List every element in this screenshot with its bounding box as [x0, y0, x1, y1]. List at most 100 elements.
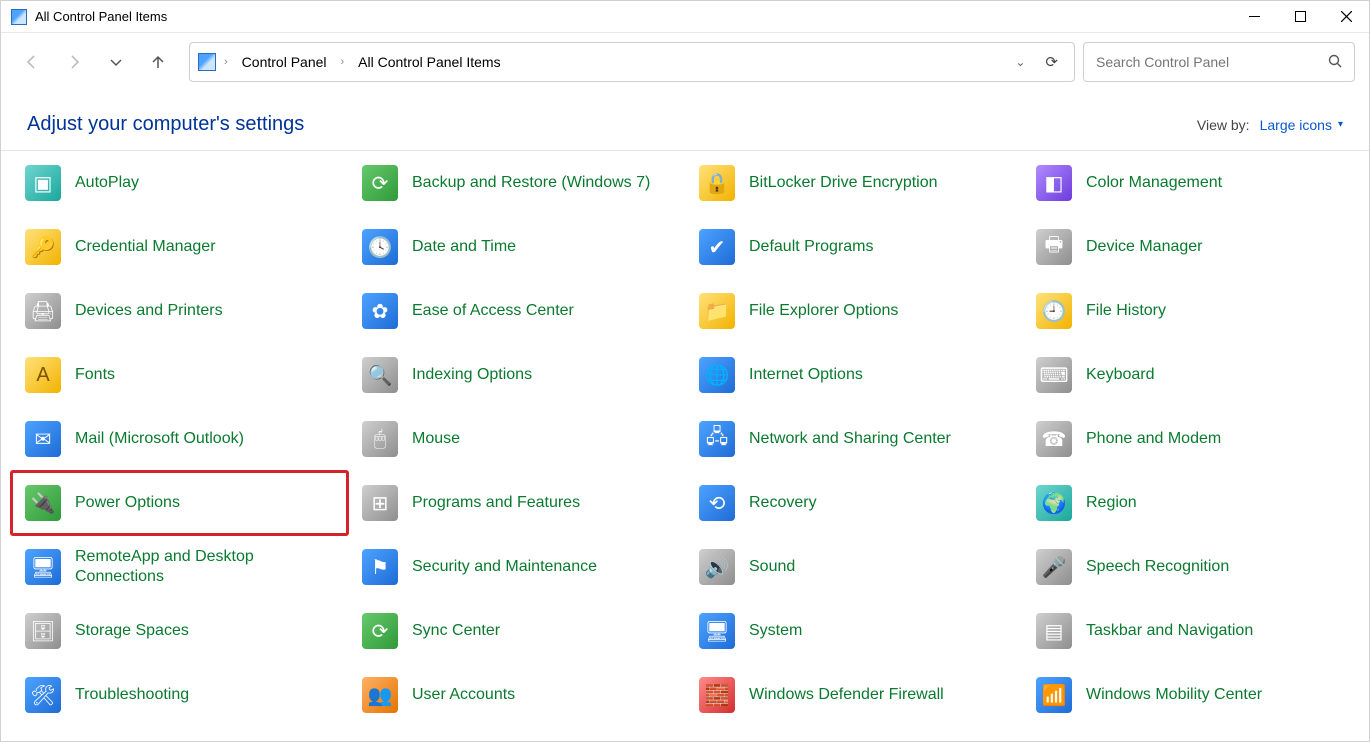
- troubleshooting-icon: 🛠: [25, 677, 61, 713]
- settings-header: Adjust your computer's settings View by:…: [1, 91, 1369, 150]
- cp-item-label: Taskbar and Navigation: [1086, 621, 1253, 641]
- cp-item-label: Storage Spaces: [75, 621, 189, 641]
- cp-item-user-accounts[interactable]: 👥User Accounts: [348, 663, 685, 727]
- page-title: Adjust your computer's settings: [27, 113, 304, 136]
- cp-item-programs-features[interactable]: ⊞Programs and Features: [348, 471, 685, 535]
- cp-item-file-history[interactable]: 🕘 File History: [1022, 279, 1359, 343]
- cp-item-region[interactable]: 🌍Region: [1022, 471, 1359, 535]
- cp-item-recovery[interactable]: ⟲Recovery: [685, 471, 1022, 535]
- file-history-icon: 🕘: [1036, 293, 1072, 329]
- cp-item-label: Mail (Microsoft Outlook): [75, 429, 244, 449]
- cp-item-label: AutoPlay: [75, 173, 139, 193]
- cp-item-mobility-center[interactable]: 📶 Windows Mobility Center: [1022, 663, 1359, 727]
- cp-item-label: Devices and Printers: [75, 301, 223, 321]
- chevron-right-icon[interactable]: ›: [339, 56, 347, 68]
- cp-item-indexing-options[interactable]: 🔍 Indexing Options: [348, 343, 685, 407]
- cp-item-fonts[interactable]: AFonts: [11, 343, 348, 407]
- cp-item-color-management[interactable]: ◧Color Management: [1022, 151, 1359, 215]
- minimize-button[interactable]: [1231, 1, 1277, 33]
- back-button[interactable]: [15, 45, 49, 79]
- cp-item-label: File History: [1086, 301, 1166, 321]
- cp-item-sync-center[interactable]: ⟳Sync Center: [348, 599, 685, 663]
- cp-item-taskbar-navigation[interactable]: ▤Taskbar and Navigation: [1022, 599, 1359, 663]
- default-programs-icon: ✔: [699, 229, 735, 265]
- cp-item-troubleshooting[interactable]: 🛠 Troubleshooting: [11, 663, 348, 727]
- cp-item-label: Credential Manager: [75, 237, 216, 257]
- credential-manager-icon: 🔑: [25, 229, 61, 265]
- keyboard-icon: ⌨: [1036, 357, 1072, 393]
- security-maintenance-icon: ⚑: [362, 549, 398, 585]
- cp-item-defender-firewall[interactable]: 🧱Windows Defender Firewall: [685, 663, 1022, 727]
- cp-item-devices-printers[interactable]: 🖨Devices and Printers: [11, 279, 348, 343]
- cp-item-internet-options[interactable]: 🌐Internet Options: [685, 343, 1022, 407]
- mouse-icon: 🖱: [362, 421, 398, 457]
- address-dropdown-button[interactable]: ⌄: [1009, 55, 1031, 69]
- cp-item-label: File Explorer Options: [749, 301, 898, 321]
- cp-item-bitlocker[interactable]: 🔒BitLocker Drive Encryption: [685, 151, 1022, 215]
- cp-item-label: Indexing Options: [412, 365, 532, 385]
- date-time-icon: 🕓: [362, 229, 398, 265]
- cp-item-label: Default Programs: [749, 237, 874, 257]
- speech-recognition-icon: 🎤: [1036, 549, 1072, 585]
- search-input[interactable]: [1096, 54, 1320, 70]
- cp-item-security-maintenance[interactable]: ⚑Security and Maintenance: [348, 535, 685, 599]
- view-by-value[interactable]: Large icons: [1260, 117, 1332, 133]
- cp-item-storage-spaces[interactable]: 🗄Storage Spaces: [11, 599, 348, 663]
- power-options-icon: 🔌: [25, 485, 61, 521]
- cp-item-default-programs[interactable]: ✔ Default Programs: [685, 215, 1022, 279]
- cp-item-label: Color Management: [1086, 173, 1222, 193]
- cp-item-power-options[interactable]: 🔌 Power Options: [11, 471, 348, 535]
- cp-item-label: Windows Defender Firewall: [749, 685, 944, 705]
- refresh-button[interactable]: ⟳: [1037, 53, 1066, 71]
- cp-item-label: Power Options: [75, 493, 180, 513]
- cp-item-remoteapp[interactable]: 🖥RemoteApp and Desktop Connections: [11, 535, 348, 599]
- cp-item-network-sharing[interactable]: 🖧Network and Sharing Center: [685, 407, 1022, 471]
- cp-item-label: Backup and Restore (Windows 7): [412, 173, 650, 193]
- app-icon: [11, 9, 27, 25]
- phone-modem-icon: ☎: [1036, 421, 1072, 457]
- address-bar[interactable]: › Control Panel › All Control Panel Item…: [189, 42, 1075, 82]
- programs-features-icon: ⊞: [362, 485, 398, 521]
- up-button[interactable]: [141, 45, 175, 79]
- cp-item-label: Speech Recognition: [1086, 557, 1229, 577]
- cp-item-label: Troubleshooting: [75, 685, 189, 705]
- chevron-right-icon[interactable]: ›: [222, 56, 230, 68]
- cp-item-date-time[interactable]: 🕓Date and Time: [348, 215, 685, 279]
- breadcrumb-current[interactable]: All Control Panel Items: [352, 50, 506, 74]
- cp-item-file-explorer-options[interactable]: 📁File Explorer Options: [685, 279, 1022, 343]
- recent-locations-button[interactable]: [99, 45, 133, 79]
- search-box[interactable]: [1083, 42, 1355, 82]
- breadcrumb-root[interactable]: Control Panel: [236, 50, 333, 74]
- cp-item-device-manager[interactable]: 🖶Device Manager: [1022, 215, 1359, 279]
- ease-of-access-icon: ✿: [362, 293, 398, 329]
- cp-item-ease-of-access[interactable]: ✿ Ease of Access Center: [348, 279, 685, 343]
- cp-item-phone-modem[interactable]: ☎Phone and Modem: [1022, 407, 1359, 471]
- cp-item-label: Network and Sharing Center: [749, 429, 951, 449]
- items-scroll-area[interactable]: ▣AutoPlay ⟳ Backup and Restore (Windows 7)…: [1, 151, 1369, 741]
- cp-item-mouse[interactable]: 🖱 Mouse: [348, 407, 685, 471]
- cp-item-sound[interactable]: 🔊Sound: [685, 535, 1022, 599]
- backup-restore-icon: ⟳: [362, 165, 398, 201]
- mail-icon: ✉: [25, 421, 61, 457]
- view-by-control[interactable]: View by: Large icons ▾: [1197, 117, 1343, 133]
- mobility-center-icon: 📶: [1036, 677, 1072, 713]
- cp-item-label: BitLocker Drive Encryption: [749, 173, 938, 193]
- close-button[interactable]: [1323, 1, 1369, 33]
- cp-item-keyboard[interactable]: ⌨Keyboard: [1022, 343, 1359, 407]
- cp-item-speech-recognition[interactable]: 🎤 Speech Recognition: [1022, 535, 1359, 599]
- cp-item-system[interactable]: 🖥System: [685, 599, 1022, 663]
- cp-item-backup-restore[interactable]: ⟳ Backup and Restore (Windows 7): [348, 151, 685, 215]
- forward-button[interactable]: [57, 45, 91, 79]
- window-title: All Control Panel Items: [35, 9, 167, 24]
- cp-item-label: Mouse: [412, 429, 460, 449]
- cp-item-credential-manager[interactable]: 🔑 Credential Manager: [11, 215, 348, 279]
- indexing-options-icon: 🔍: [362, 357, 398, 393]
- control-panel-icon: [198, 53, 216, 71]
- cp-item-label: Ease of Access Center: [412, 301, 574, 321]
- region-icon: 🌍: [1036, 485, 1072, 521]
- cp-item-label: Windows Mobility Center: [1086, 685, 1262, 705]
- maximize-button[interactable]: [1277, 1, 1323, 33]
- cp-item-mail[interactable]: ✉ Mail (Microsoft Outlook): [11, 407, 348, 471]
- system-icon: 🖥: [699, 613, 735, 649]
- cp-item-autoplay[interactable]: ▣AutoPlay: [11, 151, 348, 215]
